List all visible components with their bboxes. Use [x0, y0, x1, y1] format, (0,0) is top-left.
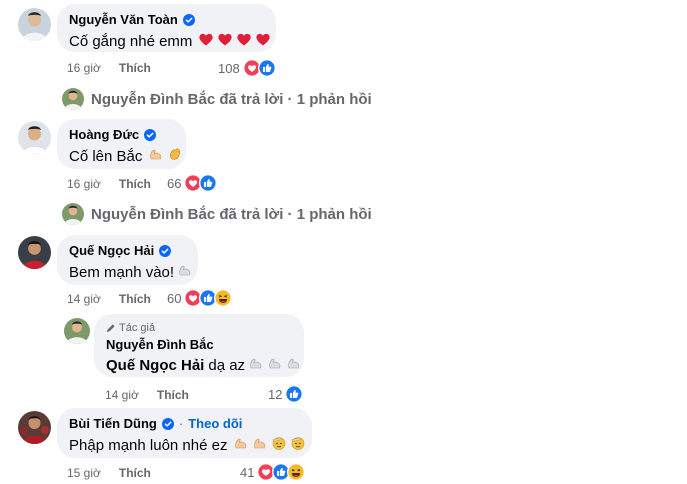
reply-body: dạ az [208, 356, 246, 374]
flexed-biceps-emoji-icon [286, 355, 302, 375]
flexed-biceps-emoji-icon [177, 262, 193, 282]
reply-bubble: Tác giả Nguyễn Đình Bắc Quế Ngọc Hải dạ … [94, 314, 304, 377]
comment-body: Bem mạnh vào! [69, 263, 175, 281]
heart-emoji-icon [236, 31, 252, 51]
pencil-icon [107, 324, 115, 332]
like-reaction-icon [285, 385, 303, 403]
comment-bubble: Quế Ngọc Hải Bem mạnh vào! [57, 235, 198, 285]
flexed-biceps-emoji-icon [252, 435, 268, 455]
separator-dot: · [178, 416, 184, 431]
reaction-count: 12 [268, 386, 283, 402]
timestamp[interactable]: 14 giờ [67, 292, 101, 306]
like-button[interactable]: Thích [119, 61, 151, 75]
reply-summary-text[interactable]: Nguyễn Đình Bắc đã trả lời · 1 phản hồi [91, 206, 372, 223]
haha-reaction-icon [214, 289, 232, 307]
saluting-face-emoji-icon [271, 435, 287, 455]
reaction-count: 108 [218, 60, 240, 76]
follow-button[interactable]: Theo dõi [188, 416, 242, 431]
reaction-summary[interactable]: 12 [268, 385, 303, 403]
comment-body: Cố gắng nhé emm [69, 32, 193, 50]
reaction-count: 66 [167, 175, 182, 191]
comment-text: Cố lên Bắc [69, 146, 174, 166]
avatar [62, 203, 84, 225]
timestamp[interactable]: 16 giờ [67, 61, 101, 75]
timestamp[interactable]: 15 giờ [67, 466, 101, 480]
reply-author[interactable]: Nguyễn Đình Bắc [106, 337, 292, 352]
comment-meta: 16 giờ Thích [67, 177, 151, 191]
comment-author[interactable]: Quế Ngọc Hải [69, 243, 186, 258]
reaction-summary[interactable]: 60 [167, 289, 232, 307]
verified-icon [183, 14, 195, 26]
comment-meta: 15 giờ Thích [67, 466, 151, 480]
comment-bubble: Hoàng Đức Cố lên Bắc [57, 119, 186, 169]
reply-summary-text[interactable]: Nguyễn Đình Bắc đã trả lời · 1 phản hồi [91, 91, 372, 108]
avatar[interactable] [18, 8, 51, 41]
avatar[interactable] [18, 121, 51, 154]
avatar[interactable] [18, 236, 51, 269]
comment-text: Phập mạnh luôn nhé ez [69, 435, 300, 455]
like-button[interactable]: Thích [119, 177, 151, 191]
comment-text: Cố gắng nhé emm [69, 31, 264, 51]
like-button[interactable]: Thích [119, 466, 151, 480]
comment-body: Phập mạnh luôn nhé ez [69, 436, 228, 454]
flexed-biceps-emoji-icon [233, 435, 249, 455]
author-tag-label: Tác giả [119, 322, 156, 334]
like-button[interactable]: Thích [119, 292, 151, 306]
verified-icon [162, 418, 174, 430]
reply-text: Quế Ngọc Hải dạ az [106, 355, 292, 375]
comment-meta: 14 giờ Thích [67, 292, 151, 306]
flexed-biceps-emoji-icon [248, 355, 264, 375]
saluting-face-emoji-icon [290, 435, 306, 455]
author-name[interactable]: Quế Ngọc Hải [69, 243, 154, 258]
reply-summary[interactable]: Nguyễn Đình Bắc đã trả lời · 1 phản hồi [62, 203, 372, 225]
author-name[interactable]: Bùi Tiến Dũng [69, 416, 157, 431]
author-name[interactable]: Hoàng Đức [69, 127, 139, 142]
comment-body: Cố lên Bắc [69, 147, 143, 165]
reaction-summary[interactable]: 66 [167, 174, 217, 192]
heart-emoji-icon [255, 31, 271, 51]
mention-link[interactable]: Quế Ngọc Hải [106, 357, 204, 374]
reply-summary[interactable]: Nguyễn Đình Bắc đã trả lời · 1 phản hồi [62, 88, 372, 110]
author-tag: Tác giả [106, 322, 292, 334]
reaction-count: 60 [167, 290, 182, 306]
verified-icon [159, 245, 171, 257]
heart-emoji-icon [217, 31, 233, 51]
comment-text: Bem mạnh vào! [69, 262, 186, 282]
reaction-summary[interactable]: 108 [218, 59, 276, 77]
author-name[interactable]: Nguyễn Đình Bắc [106, 337, 214, 352]
avatar [62, 88, 84, 110]
reply-meta: 14 giờ Thích [105, 388, 189, 402]
clap-emoji-icon [167, 146, 183, 166]
reaction-count: 41 [240, 464, 255, 480]
flexed-biceps-emoji-icon [267, 355, 283, 375]
timestamp[interactable]: 14 giờ [105, 388, 139, 402]
haha-reaction-icon [287, 463, 305, 481]
author-name[interactable]: Nguyễn Văn Toàn [69, 12, 178, 27]
reaction-summary[interactable]: 41 [240, 463, 305, 481]
like-reaction-icon [258, 59, 276, 77]
verified-icon [144, 129, 156, 141]
like-button[interactable]: Thích [157, 388, 189, 402]
comment-bubble: Bùi Tiến Dũng · Theo dõi Phập mạnh luôn … [57, 408, 312, 458]
heart-emoji-icon [198, 31, 214, 51]
comment-meta: 16 giờ Thích [67, 61, 151, 75]
timestamp[interactable]: 16 giờ [67, 177, 101, 191]
like-reaction-icon [199, 174, 217, 192]
avatar[interactable] [64, 318, 90, 344]
comment-bubble: Nguyễn Văn Toàn Cố gắng nhé emm [57, 4, 276, 52]
comment-author[interactable]: Hoàng Đức [69, 127, 174, 142]
comment-author[interactable]: Bùi Tiến Dũng · Theo dõi [69, 416, 300, 431]
avatar[interactable] [18, 411, 51, 444]
muscle-emoji-icon [148, 146, 164, 166]
comment-author[interactable]: Nguyễn Văn Toàn [69, 12, 264, 27]
